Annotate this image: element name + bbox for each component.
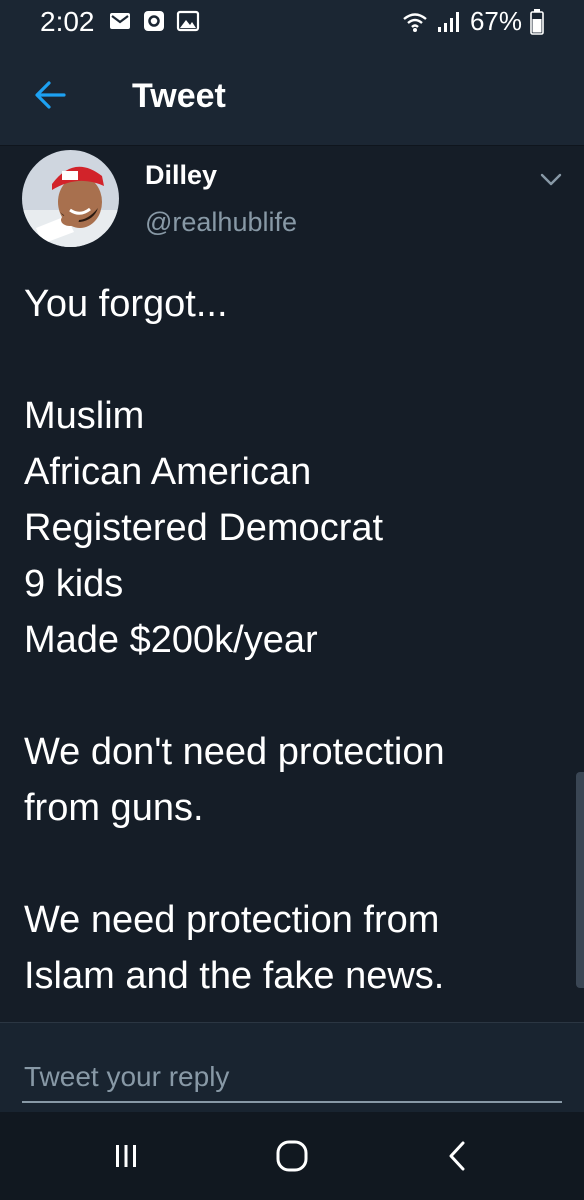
reply-input[interactable] [22, 1033, 562, 1103]
chevron-down-icon[interactable] [536, 166, 566, 192]
tweet-line: We don't need protection [24, 731, 445, 773]
tweet-line: Registered Democrat [24, 507, 384, 549]
o-square-icon [144, 11, 164, 31]
tweet-line: from guns. [24, 787, 204, 829]
back-icon[interactable] [436, 1134, 480, 1178]
tweet: Dilley @realhublife You forgot... Muslim… [0, 146, 584, 1022]
tweet-line: 9 kids [24, 563, 124, 605]
avatar[interactable] [22, 150, 119, 247]
navigation-bar [0, 1112, 584, 1200]
battery-percent: 67% [469, 6, 522, 36]
tweet-text: You forgot... Muslim African American Re… [24, 276, 564, 1004]
tweet-line: Made $200k/year [24, 619, 318, 661]
image-icon [176, 10, 200, 32]
status-time: 2:02 [40, 6, 95, 37]
scrollbar-thumb[interactable] [576, 772, 584, 988]
recents-icon[interactable] [104, 1134, 148, 1178]
tweet-line: We need protection from [24, 899, 440, 941]
arrow-left-icon[interactable] [30, 75, 70, 115]
tweet-line: African American [24, 451, 312, 493]
page-title: Tweet [132, 77, 226, 115]
status-bar: 2:02 67% [0, 0, 584, 44]
tweet-line: Muslim [24, 395, 145, 437]
tweet-line: Islam and the fake news. [24, 955, 445, 997]
author-handle[interactable]: @realhublife [145, 207, 297, 238]
wifi-icon [403, 12, 427, 32]
home-icon[interactable] [270, 1134, 314, 1178]
author-name[interactable]: Dilley [145, 160, 217, 191]
reply-composer [0, 1022, 584, 1112]
battery-icon [530, 8, 544, 35]
app-header: Tweet [0, 44, 584, 146]
signal-icon [437, 11, 459, 32]
mail-icon [110, 13, 130, 29]
tweet-line: You forgot... [24, 283, 228, 325]
